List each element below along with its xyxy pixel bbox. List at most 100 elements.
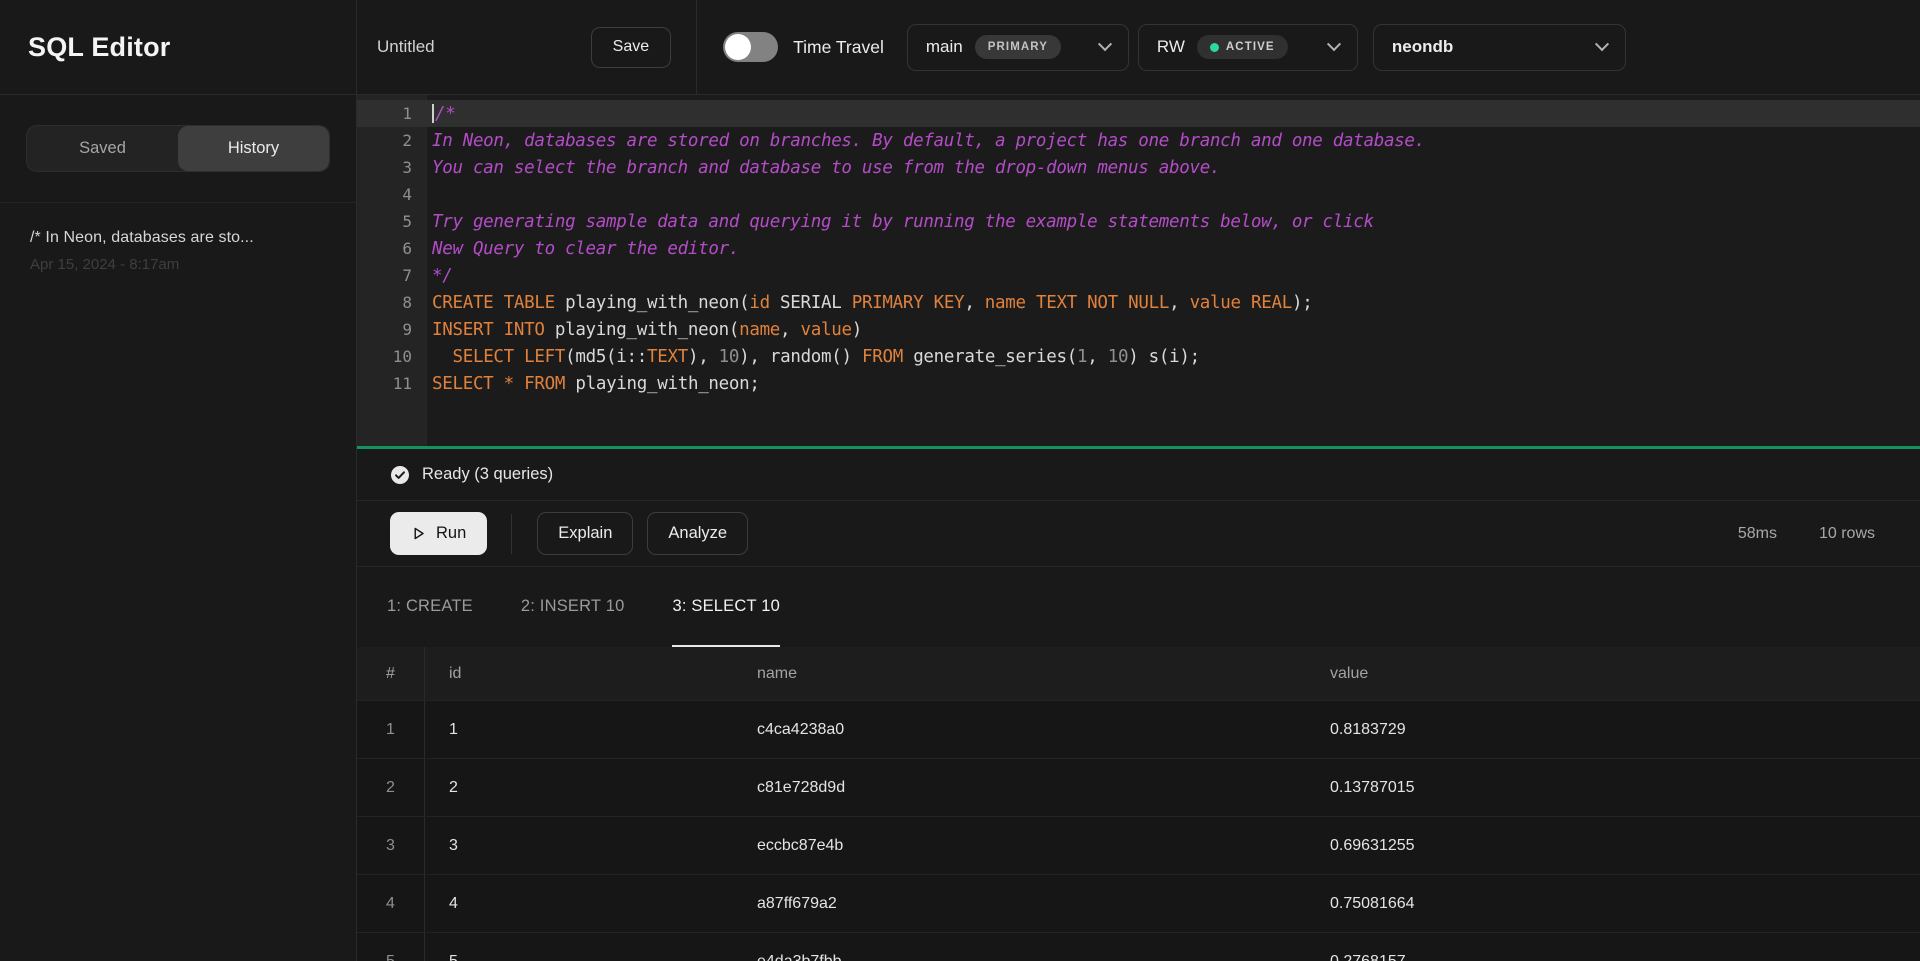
code-token — [514, 347, 524, 367]
code-line[interactable]: 8CREATE TABLE playing_with_neon(id SERIA… — [357, 289, 1920, 316]
code-token: ) — [852, 320, 862, 340]
code-token: (md5(i:: — [565, 347, 647, 367]
table-cell: eccbc87e4b — [733, 837, 1306, 855]
table-cell: 2 — [357, 759, 425, 816]
line-number: 6 — [357, 239, 427, 258]
table-cell: a87ff679a2 — [733, 895, 1306, 913]
code-line[interactable]: 7 */ — [357, 262, 1920, 289]
branch-select[interactable]: main PRIMARY — [907, 24, 1129, 71]
code-token: value — [1190, 293, 1241, 313]
table-cell: 0.75081664 — [1306, 895, 1920, 913]
code-token: /* — [435, 104, 455, 124]
primary-badge: PRIMARY — [975, 35, 1061, 59]
code-line[interactable]: 10 SELECT LEFT(md5(i::TEXT), 10), random… — [357, 343, 1920, 370]
line-number: 9 — [357, 320, 427, 339]
history-timestamp: Apr 15, 2024 - 8:17am — [30, 256, 326, 273]
table-cell: 4 — [357, 875, 425, 932]
code-token: , — [780, 320, 800, 340]
branch-name: main — [926, 37, 963, 57]
code-line[interactable]: 9INSERT INTO playing_with_neon(name, val… — [357, 316, 1920, 343]
time-travel-toggle[interactable] — [723, 32, 778, 62]
code-token: */ — [432, 266, 452, 286]
history-list: /* In Neon, databases are sto...Apr 15, … — [0, 203, 356, 299]
code-token: playing_with_neon( — [555, 293, 749, 313]
table-row[interactable]: 44a87ff679a20.75081664 — [357, 874, 1920, 932]
code-line[interactable]: 11SELECT * FROM playing_with_neon; — [357, 370, 1920, 397]
run-button[interactable]: Run — [390, 512, 487, 555]
code-token: id — [749, 293, 769, 313]
chevron-down-icon — [1098, 37, 1112, 51]
database-select[interactable]: neondb — [1373, 24, 1626, 71]
result-tab-1[interactable]: 1: CREATE — [387, 567, 473, 647]
code-token: INSERT INTO — [432, 320, 545, 340]
topbar: Untitled Save Time Travel main PRIMARY R… — [357, 0, 1920, 95]
code-token — [1026, 293, 1036, 313]
code-token: REAL — [1251, 293, 1292, 313]
code-text: CREATE TABLE playing_with_neon(id SERIAL… — [427, 293, 1312, 313]
chevron-down-icon — [1595, 37, 1609, 51]
code-token: playing_with_neon( — [545, 320, 739, 340]
code-token — [514, 374, 524, 394]
code-token: , — [1169, 293, 1189, 313]
actions-bar: Run Explain Analyze 58ms 10 rows — [357, 501, 1920, 567]
line-number: 5 — [357, 212, 427, 231]
code-token — [432, 347, 452, 367]
code-token: , — [1087, 347, 1107, 367]
code-token: ) s(i); — [1128, 347, 1200, 367]
column-header-id: id — [425, 665, 733, 683]
code-token: FROM — [524, 374, 565, 394]
code-token: PRIMARY KEY — [852, 293, 965, 313]
column-header-index: # — [357, 647, 425, 700]
query-title: Untitled — [377, 37, 435, 57]
code-token: SELECT — [452, 347, 513, 367]
code-text: You can select the branch and database t… — [427, 158, 1220, 178]
compute-select[interactable]: RW ACTIVE — [1138, 24, 1358, 71]
save-button[interactable]: Save — [591, 27, 671, 68]
result-tab-2[interactable]: 2: INSERT 10 — [521, 567, 625, 647]
sidebar-tabs-section: SavedHistory — [0, 95, 356, 203]
sidebar-tab-history[interactable]: History — [178, 126, 329, 171]
code-token — [1241, 293, 1251, 313]
table-cell: 1 — [425, 721, 733, 739]
table-cell: e4da3b7fbb — [733, 953, 1306, 961]
analyze-button[interactable]: Analyze — [647, 512, 748, 555]
line-number: 2 — [357, 131, 427, 150]
explain-button[interactable]: Explain — [537, 512, 633, 555]
text-caret-icon — [432, 104, 434, 123]
code-token: playing_with_neon; — [565, 374, 759, 394]
table-row[interactable]: 22c81e728d9d0.13787015 — [357, 758, 1920, 816]
table-row[interactable]: 55e4da3b7fbb0.2768157 — [357, 932, 1920, 961]
history-item[interactable]: /* In Neon, databases are sto...Apr 15, … — [30, 229, 326, 273]
active-badge-label: ACTIVE — [1226, 41, 1275, 53]
table-row[interactable]: 33eccbc87e4b0.69631255 — [357, 816, 1920, 874]
code-text: */ — [427, 266, 452, 286]
code-line[interactable]: 6New Query to clear the editor. — [357, 235, 1920, 262]
table-cell: 3 — [425, 837, 733, 855]
result-tabs: 1: CREATE 2: INSERT 10 3: SELECT 10 — [357, 567, 1920, 647]
code-line[interactable]: 4 — [357, 181, 1920, 208]
run-label: Run — [436, 524, 466, 543]
code-editor[interactable]: 1/*2In Neon, databases are stored on bra… — [357, 95, 1920, 446]
check-circle-icon — [390, 465, 410, 485]
code-line[interactable]: 1/* — [357, 100, 1920, 127]
code-line[interactable]: 3You can select the branch and database … — [357, 154, 1920, 181]
line-number: 10 — [357, 347, 427, 366]
line-number: 11 — [357, 374, 427, 393]
table-row[interactable]: 11c4ca4238a00.8183729 — [357, 700, 1920, 758]
code-token: You can select the branch and database t… — [432, 158, 1220, 178]
code-text: Try generating sample data and querying … — [427, 212, 1374, 232]
code-line[interactable]: 5Try generating sample data and querying… — [357, 208, 1920, 235]
sidebar: SQL Editor SavedHistory /* In Neon, data… — [0, 0, 356, 961]
result-tab-3[interactable]: 3: SELECT 10 — [672, 567, 780, 647]
results-table: #idnamevalue 11c4ca4238a00.818372922c81e… — [357, 647, 1920, 961]
code-token: value — [801, 320, 852, 340]
code-line[interactable]: 2In Neon, databases are stored on branch… — [357, 127, 1920, 154]
line-number: 4 — [357, 185, 427, 204]
table-body: 11c4ca4238a00.818372922c81e728d9d0.13787… — [357, 700, 1920, 961]
column-header-value: value — [1306, 665, 1920, 683]
table-cell: 5 — [357, 933, 425, 961]
toggle-knob-icon — [725, 34, 751, 60]
sidebar-tab-saved[interactable]: Saved — [27, 126, 178, 171]
line-number: 7 — [357, 266, 427, 285]
code-token: * — [504, 374, 514, 394]
